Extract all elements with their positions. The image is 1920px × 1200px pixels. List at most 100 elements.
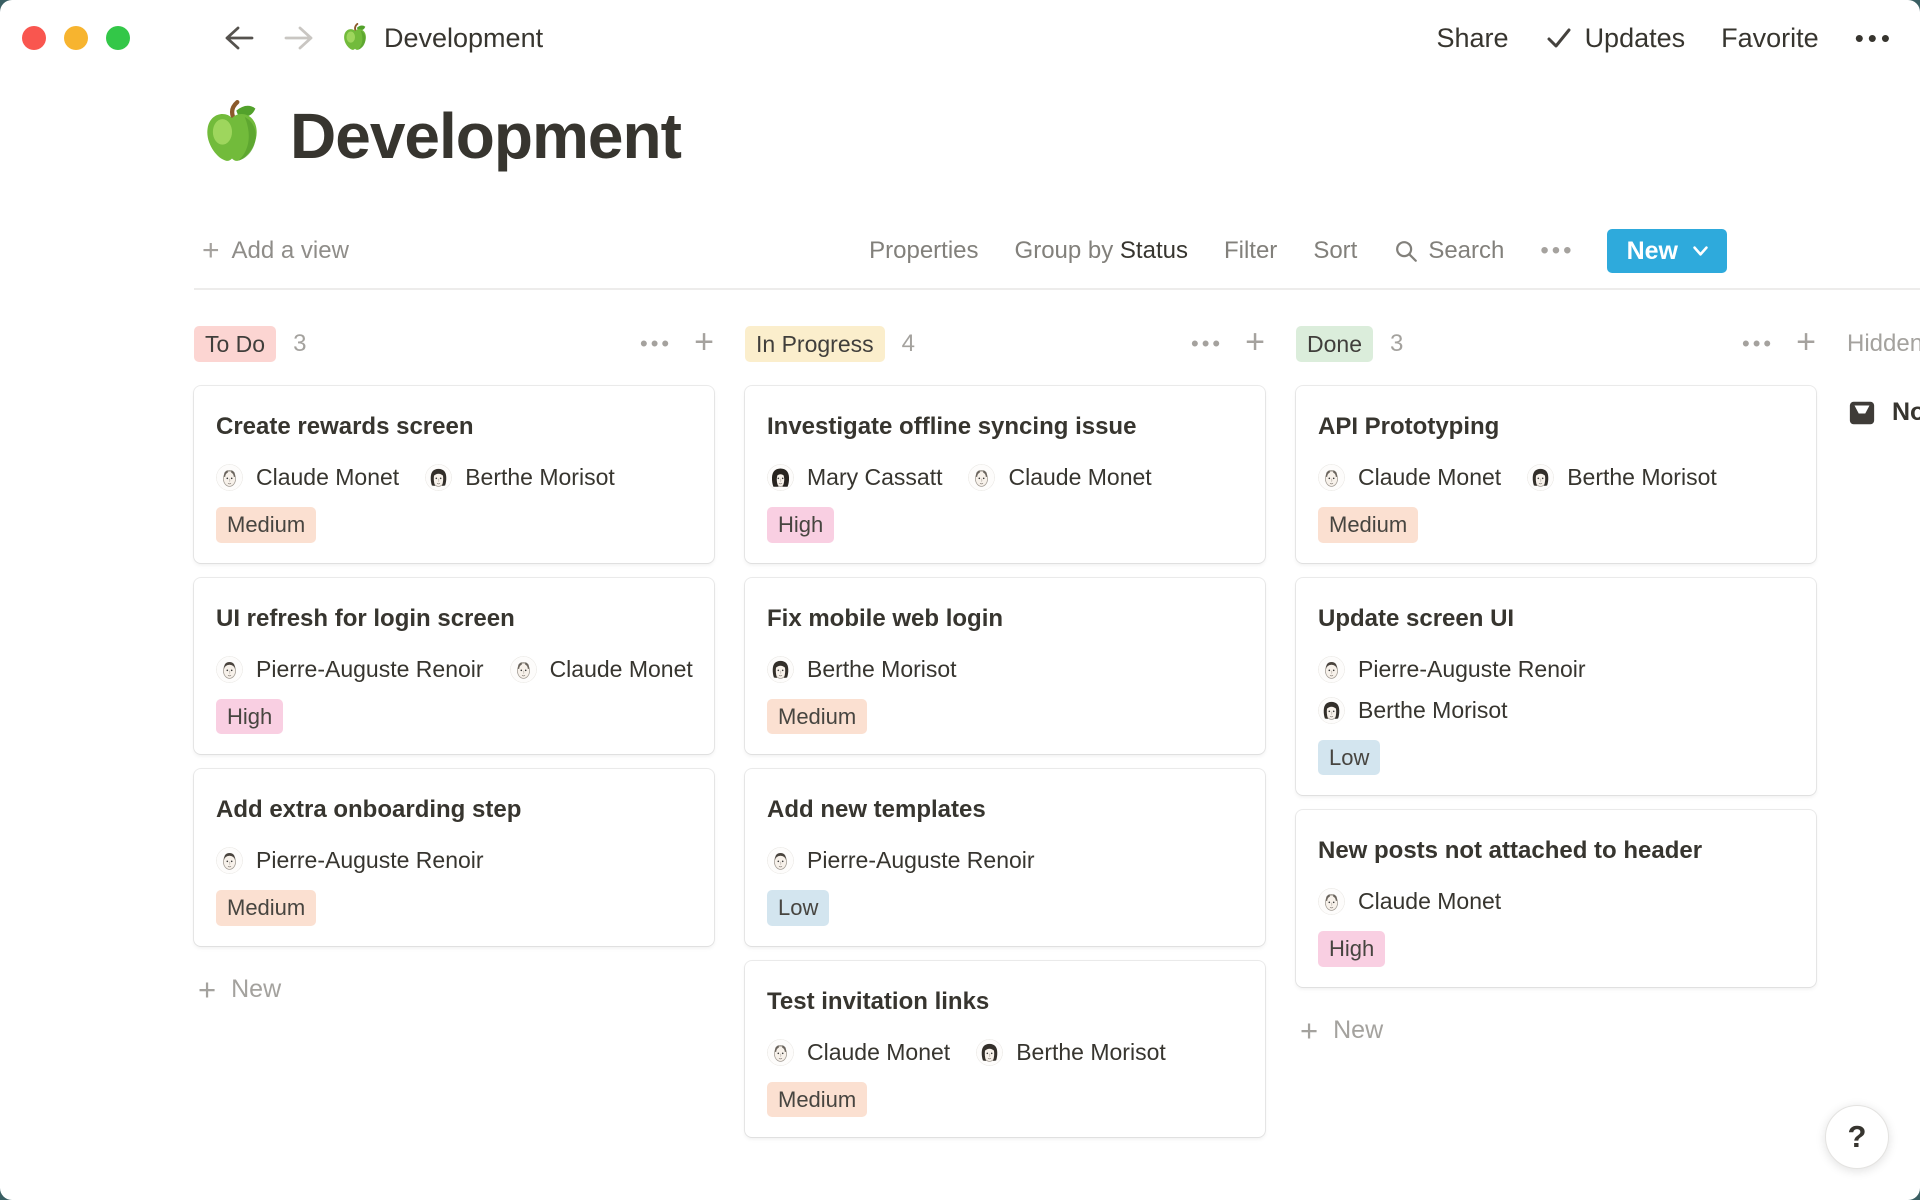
share-button[interactable]: Share bbox=[1437, 23, 1509, 54]
avatar-woman-bonnet-icon bbox=[767, 464, 794, 491]
card-title: Test invitation links bbox=[767, 987, 1245, 1017]
column-more-icon[interactable]: ••• bbox=[1742, 333, 1774, 355]
page-header: Development bbox=[198, 94, 1920, 178]
card-update-screen-ui[interactable]: Update screen UIPierre-Auguste RenoirBer… bbox=[1296, 578, 1816, 796]
card-title: API Prototyping bbox=[1318, 412, 1796, 442]
assignee-name: Berthe Morisot bbox=[807, 656, 957, 683]
assignee-name: Berthe Morisot bbox=[1016, 1039, 1166, 1066]
assignee-name: Berthe Morisot bbox=[465, 464, 615, 491]
avatar-man-balding-icon bbox=[216, 464, 243, 491]
app-window: Development Share Updates Favorite ••• D… bbox=[0, 0, 1920, 1200]
assignee: Claude Monet bbox=[216, 464, 399, 491]
plus-icon: + bbox=[202, 236, 220, 266]
plus-icon: + bbox=[198, 974, 216, 1005]
priority-badge: Medium bbox=[216, 890, 316, 926]
card-title: New posts not attached to header bbox=[1318, 836, 1796, 866]
avatar-man-balding-icon bbox=[767, 1039, 794, 1066]
assignee-name: Berthe Morisot bbox=[1567, 464, 1717, 491]
favorite-button[interactable]: Favorite bbox=[1721, 23, 1819, 54]
updates-button[interactable]: Updates bbox=[1545, 23, 1686, 54]
assignee-name: Berthe Morisot bbox=[1358, 697, 1508, 724]
card-title: Investigate offline syncing issue bbox=[767, 412, 1245, 442]
sort-button[interactable]: Sort bbox=[1313, 237, 1357, 265]
hidden-columns-label: Hidden columns bbox=[1847, 326, 1920, 362]
more-options-icon[interactable]: ••• bbox=[1855, 25, 1894, 51]
hidden-group-no-status[interactable]: No Status bbox=[1847, 398, 1920, 427]
assignee: Berthe Morisot bbox=[767, 656, 957, 683]
column-add-icon[interactable]: + bbox=[1796, 325, 1816, 359]
card-title: Update screen UI bbox=[1318, 604, 1796, 634]
zoom-window-button[interactable] bbox=[106, 26, 130, 50]
card-title: Fix mobile web login bbox=[767, 604, 1245, 634]
card-add-new-templates[interactable]: Add new templatesPierre-Auguste RenoirLo… bbox=[745, 769, 1265, 946]
card-ui-refresh-for-login-screen[interactable]: UI refresh for login screen Pierre-August… bbox=[194, 578, 714, 755]
assignee-name: Pierre-Auguste Renoir bbox=[256, 847, 484, 874]
card-investigate-offline-syncing-issue[interactable]: Investigate offline syncing issue Mary Ca… bbox=[745, 386, 1265, 563]
assignee: Claude Monet bbox=[1318, 464, 1501, 491]
card-title: Add extra onboarding step bbox=[216, 795, 694, 825]
avatar-man-short-hair-icon bbox=[767, 847, 794, 874]
sidebar-menu-icon[interactable] bbox=[160, 25, 196, 51]
add-card-button[interactable]: +New bbox=[194, 974, 714, 1005]
check-icon bbox=[1545, 26, 1573, 50]
column-more-icon[interactable]: ••• bbox=[640, 333, 672, 355]
group-count: 3 bbox=[293, 330, 306, 358]
assignee: Claude Monet bbox=[510, 656, 693, 683]
card-api-prototyping[interactable]: API Prototyping Claude Monet Berthe Moriso… bbox=[1296, 386, 1816, 563]
avatar-man-short-hair-icon bbox=[1318, 656, 1345, 683]
assignee-name: Claude Monet bbox=[256, 464, 399, 491]
properties-button[interactable]: Properties bbox=[869, 237, 978, 265]
avatar-man-short-hair-icon bbox=[216, 847, 243, 874]
column-more-icon[interactable]: ••• bbox=[1191, 333, 1223, 355]
page-title: Development bbox=[290, 99, 681, 173]
assignee-name: Pierre-Auguste Renoir bbox=[256, 656, 484, 683]
new-button[interactable]: New bbox=[1607, 229, 1727, 273]
board-column-to-do: To Do3•••+Create rewards screenClaude Mo… bbox=[194, 326, 714, 1005]
priority-badge: High bbox=[767, 507, 834, 543]
hidden-columns-section: Hidden columns No Status bbox=[1847, 326, 1920, 427]
avatar-man-balding-icon bbox=[510, 656, 537, 683]
group-badge: In Progress bbox=[745, 326, 885, 363]
priority-badge: High bbox=[216, 699, 283, 735]
filter-button[interactable]: Filter bbox=[1224, 237, 1277, 265]
card-create-rewards-screen[interactable]: Create rewards screen Claude Monet Berthe … bbox=[194, 386, 714, 563]
avatar-woman-dark-hair-icon bbox=[425, 464, 452, 491]
assignee-name: Mary Cassatt bbox=[807, 464, 942, 491]
search-button[interactable]: Search bbox=[1393, 237, 1504, 265]
column-add-icon[interactable]: + bbox=[1245, 325, 1265, 359]
add-view-button[interactable]: + Add a view bbox=[194, 236, 349, 266]
view-toolbar: + Add a view Properties Group by Status … bbox=[194, 214, 1920, 290]
card-new-posts-not-attached-to-header[interactable]: New posts not attached to headerClaude M… bbox=[1296, 810, 1816, 987]
column-add-icon[interactable]: + bbox=[694, 325, 714, 359]
card-add-extra-onboarding-step[interactable]: Add extra onboarding step Pierre-Auguste … bbox=[194, 769, 714, 946]
card-title: Create rewards screen bbox=[216, 412, 694, 442]
board-column-in-progress: In Progress4•••+Investigate offline sync… bbox=[745, 326, 1265, 1152]
add-card-button[interactable]: +New bbox=[1296, 1015, 1816, 1046]
assignee: Pierre-Auguste Renoir bbox=[216, 847, 484, 874]
card-title: Add new templates bbox=[767, 795, 1245, 825]
forward-arrow-icon[interactable] bbox=[282, 22, 316, 54]
assignee: Berthe Morisot bbox=[425, 464, 615, 491]
assignee: Claude Monet bbox=[968, 464, 1151, 491]
group-badge: Done bbox=[1296, 326, 1373, 363]
assignee: Berthe Morisot bbox=[1527, 464, 1717, 491]
board-column-done: Done 3 ••• + API Prototyping Claude Monet Bert… bbox=[1296, 326, 1816, 1046]
close-window-button[interactable] bbox=[22, 26, 46, 50]
card-test-invitation-links[interactable]: Test invitation links Claude Monet Berthe … bbox=[745, 961, 1265, 1138]
card-title: UI refresh for login screen bbox=[216, 604, 694, 634]
toolbar-more-icon[interactable]: ••• bbox=[1540, 237, 1574, 265]
help-button[interactable]: ? bbox=[1825, 1105, 1889, 1169]
card-fix-mobile-web-login[interactable]: Fix mobile web loginBerthe MorisotMedium bbox=[745, 578, 1265, 755]
group-by-button[interactable]: Group by Status bbox=[1015, 237, 1188, 265]
assignee-name: Claude Monet bbox=[1008, 464, 1151, 491]
group-count: 3 bbox=[1390, 330, 1403, 358]
inbox-icon bbox=[1847, 399, 1877, 427]
assignee-name: Claude Monet bbox=[807, 1039, 950, 1066]
breadcrumb[interactable]: Development bbox=[384, 23, 543, 54]
page-icon-green-apple[interactable] bbox=[198, 100, 266, 173]
avatar-woman-dark-hair-icon bbox=[1527, 464, 1554, 491]
minimize-window-button[interactable] bbox=[64, 26, 88, 50]
back-arrow-icon[interactable] bbox=[222, 22, 256, 54]
priority-badge: Medium bbox=[1318, 507, 1418, 543]
assignee: Berthe Morisot bbox=[976, 1039, 1166, 1066]
